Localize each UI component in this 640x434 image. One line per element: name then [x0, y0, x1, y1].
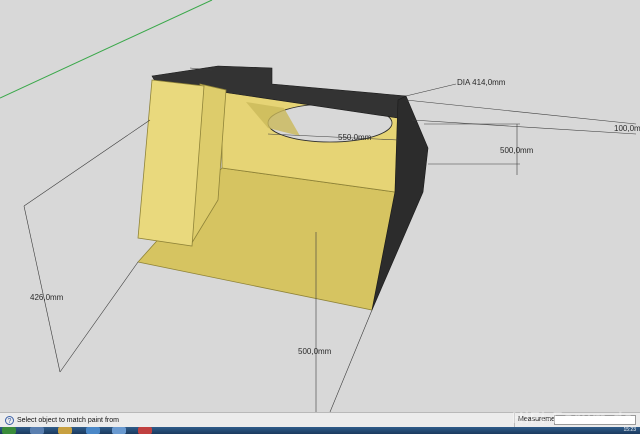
taskbar-app-icon[interactable] [30, 427, 44, 434]
help-icon[interactable]: ? [5, 415, 14, 425]
taskbar-app-icon[interactable] [112, 427, 126, 434]
start-button-icon[interactable] [2, 427, 16, 434]
watermark: HiFi-Forum.de [512, 410, 634, 427]
drawing-viewport[interactable]: DIA 414,0mm 100,0mm 550,0mm 500,0mm 426,… [0, 0, 640, 412]
dim-label-diameter[interactable]: DIA 414,0mm [457, 78, 505, 87]
dim-label-depth-front[interactable]: 500,0mm [298, 347, 331, 356]
taskbar: 15:23 [0, 427, 640, 434]
taskbar-app-icon[interactable] [86, 427, 100, 434]
taskbar-app-icon[interactable] [138, 427, 152, 434]
dim-label-depth-right[interactable]: 100,0mm [614, 124, 640, 133]
taskbar-clock: 15:23 [623, 427, 636, 433]
dim-label-height-left[interactable]: 426,0mm [30, 293, 63, 302]
dim-label-height-right[interactable]: 500,0mm [500, 146, 533, 155]
status-hint: Select object to match paint from [17, 416, 119, 424]
dim-label-inner-width[interactable]: 550,0mm [338, 133, 371, 142]
taskbar-app-icon[interactable] [58, 427, 72, 434]
left-front-panel [137, 79, 205, 247]
